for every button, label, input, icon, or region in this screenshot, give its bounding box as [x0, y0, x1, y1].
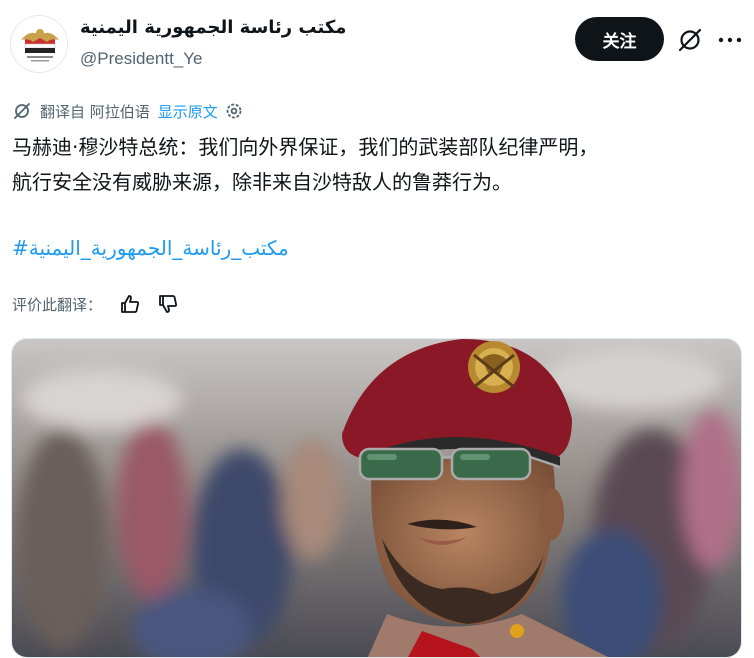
- tweet-text-line: 航行安全没有威胁来源，除非来自沙特敌人的鲁莽行为。: [12, 170, 512, 194]
- thumbs-down-icon[interactable]: [156, 292, 180, 316]
- yemen-eagle-emblem-icon: [11, 16, 67, 72]
- tweet-header: مكتب رئاسة الجمهورية اليمنية @Presidentt…: [0, 0, 754, 90]
- more-dots-icon[interactable]: [713, 26, 747, 54]
- show-original-link[interactable]: 显示原文: [158, 101, 218, 122]
- thumbs-up-icon[interactable]: [118, 292, 142, 316]
- rate-translation: 评价此翻译：: [12, 290, 180, 318]
- follow-button[interactable]: 关注: [575, 17, 664, 61]
- author-avatar[interactable]: [10, 15, 68, 73]
- tweet-photo[interactable]: [11, 338, 742, 658]
- translated-from-label: 翻译自 阿拉伯语: [40, 102, 150, 121]
- grok-icon[interactable]: [676, 26, 704, 54]
- author-display-name[interactable]: مكتب رئاسة الجمهورية اليمنية: [80, 17, 346, 38]
- rate-translation-label: 评价此翻译：: [12, 295, 103, 314]
- photo-man-in-red-beret: [12, 339, 741, 657]
- translate-icon: [12, 101, 32, 121]
- translation-info: 翻译自 阿拉伯语 显示原文: [12, 99, 244, 123]
- author-handle[interactable]: @Presidentt_Ye: [80, 49, 203, 69]
- tweet-text: 马赫迪·穆沙特总统：我们向外界保证，我们的武装部队纪律严明， 航行安全没有威胁来…: [12, 130, 742, 200]
- hashtag-link[interactable]: #مكتب_رئاسة_الجمهورية_اليمنية: [12, 236, 289, 260]
- tweet-text-line: 马赫迪·穆沙特总统：我们向外界保证，我们的武装部队纪律严明，: [12, 135, 599, 159]
- gear-icon[interactable]: [224, 101, 244, 121]
